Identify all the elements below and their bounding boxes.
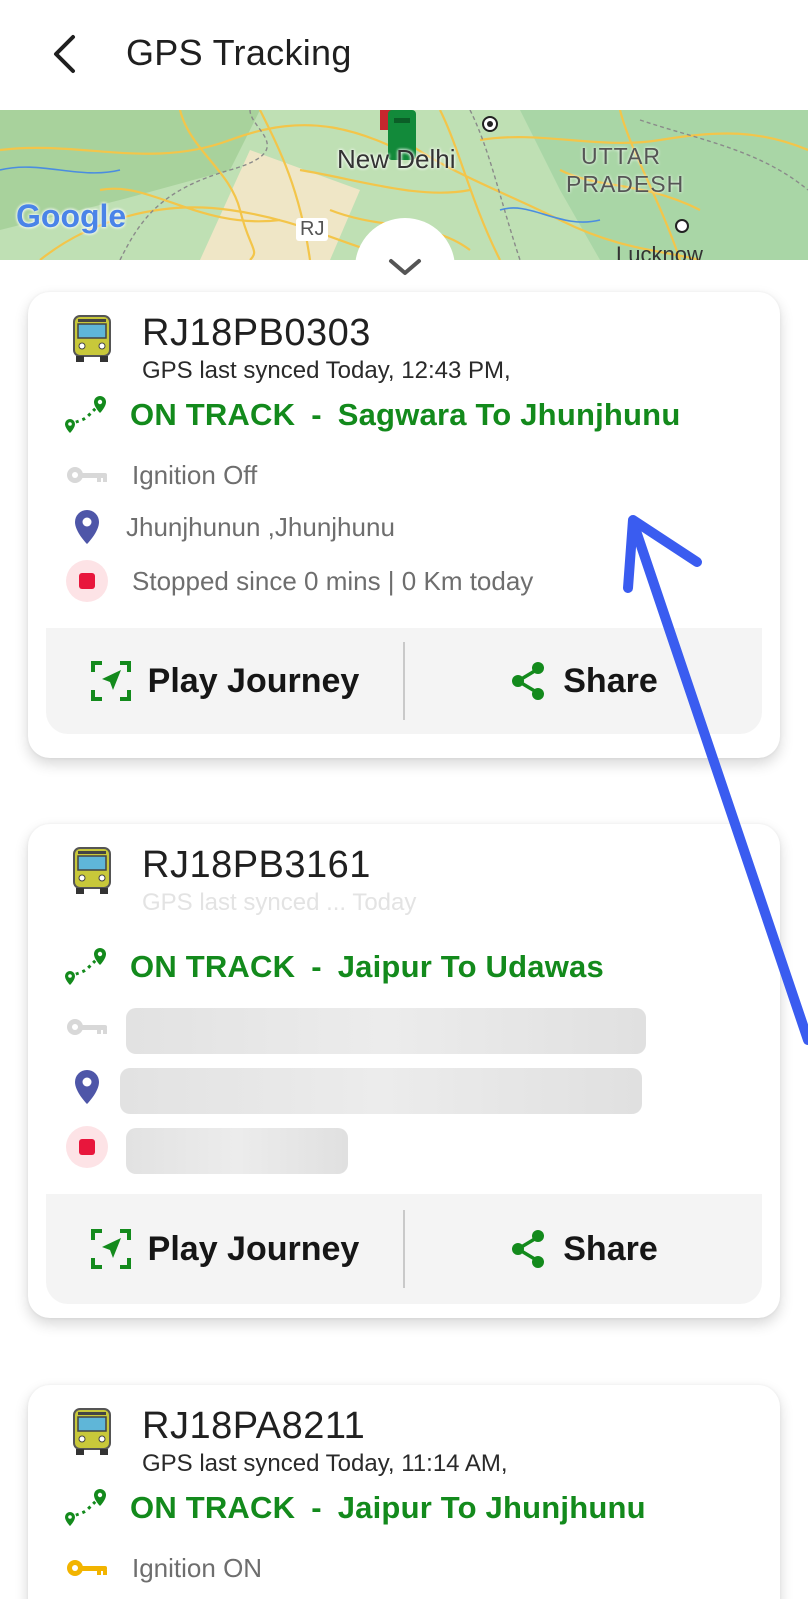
share-label: Share xyxy=(563,1229,658,1268)
route-status: ON TRACK - Jaipur To Udawas xyxy=(62,944,604,990)
play-journey-button[interactable]: Play Journey xyxy=(46,1194,403,1304)
share-button[interactable]: Share xyxy=(405,628,762,734)
route-name: Sagwara To Jhunjhunu xyxy=(337,397,681,432)
route-icon xyxy=(65,1489,106,1526)
play-journey-label: Play Journey xyxy=(147,661,360,700)
route-status: ON TRACK - Sagwara To Jhunjhunu xyxy=(62,392,680,438)
bus-icon xyxy=(73,1408,111,1455)
stopped-row xyxy=(64,1124,110,1170)
ignition-status: Ignition Off xyxy=(132,459,258,490)
gps-sync-text: GPS last synced Today, 11:14 AM, xyxy=(142,1450,508,1477)
chevron-down-icon xyxy=(389,259,421,275)
location-row: Jhunjhunun ,Jhunjhunu xyxy=(64,504,395,550)
ignition-row: Ignition Off xyxy=(64,452,257,498)
card-actions: Play Journey Share xyxy=(46,1194,762,1304)
share-icon xyxy=(512,1230,545,1268)
loading-placeholder xyxy=(126,1128,348,1174)
play-journey-label: Play Journey xyxy=(147,1229,360,1268)
route-name: Jaipur To Udawas xyxy=(337,949,604,984)
route-icon xyxy=(65,396,106,433)
back-button[interactable] xyxy=(44,30,84,78)
bus-icon xyxy=(73,315,111,362)
google-logo: Google xyxy=(16,198,127,234)
loading-placeholder xyxy=(126,1008,646,1054)
share-label: Share xyxy=(563,661,658,700)
location-text: Jhunjhunun ,Jhunjhunu xyxy=(126,511,395,542)
vehicle-card[interactable]: RJ18PA8211 GPS last synced Today, 11:14 … xyxy=(28,1385,780,1599)
loading-placeholder xyxy=(120,1068,642,1114)
map-label-lucknow: Lucknow xyxy=(616,242,703,260)
route-separator: - xyxy=(311,397,322,432)
vehicle-card[interactable]: RJ18PB0303 GPS last synced Today, 12:43 … xyxy=(28,292,780,758)
key-icon xyxy=(67,1019,107,1035)
route-icon xyxy=(65,948,106,985)
key-icon xyxy=(67,467,107,483)
vehicle-card[interactable]: RJ18PB3161 GPS last synced ... Today ON … xyxy=(28,824,780,1318)
stop-icon xyxy=(66,560,108,602)
gps-sync-text: GPS last synced ... Today xyxy=(142,889,417,916)
stop-icon xyxy=(66,1126,108,1168)
bus-icon xyxy=(73,847,111,894)
location-row xyxy=(64,1064,110,1110)
card-actions: Play Journey Share xyxy=(46,628,762,734)
back-arrow-icon xyxy=(54,35,75,73)
route-name: Jaipur To Jhunjhunu xyxy=(337,1490,646,1525)
vehicle-number: RJ18PA8211 xyxy=(142,1405,366,1447)
app-header: GPS Tracking xyxy=(0,0,808,110)
gps-sync-text: GPS last synced Today, 12:43 PM, xyxy=(142,357,511,384)
status-label: ON TRACK xyxy=(130,1490,296,1525)
play-journey-button[interactable]: Play Journey xyxy=(46,628,403,734)
vehicle-number: RJ18PB3161 xyxy=(142,844,371,886)
location-pin-icon xyxy=(75,510,99,544)
map-label-rj: RJ xyxy=(296,218,329,241)
stopped-text: Stopped since 0 mins | 0 Km today xyxy=(132,565,534,596)
ignition-row: Ignition ON xyxy=(64,1545,262,1591)
play-journey-icon xyxy=(90,1229,131,1269)
ignition-row xyxy=(64,1004,110,1050)
ignition-status: Ignition ON xyxy=(132,1552,263,1583)
stopped-row: Stopped since 0 mins | 0 Km today xyxy=(64,558,533,604)
route-separator: - xyxy=(311,1490,322,1525)
play-journey-icon xyxy=(90,661,131,701)
status-label: ON TRACK xyxy=(130,397,296,432)
page-title: GPS Tracking xyxy=(126,32,352,73)
route-separator: - xyxy=(311,949,322,984)
key-icon xyxy=(67,1560,107,1576)
share-icon xyxy=(512,662,545,700)
map-label-uttar-pradesh: UTTAR PRADESH xyxy=(566,143,685,197)
location-pin-icon xyxy=(75,1070,99,1104)
share-button[interactable]: Share xyxy=(405,1194,762,1304)
vehicle-number: RJ18PB0303 xyxy=(142,312,371,354)
map-label-new-delhi: New Delhi xyxy=(337,144,456,174)
route-status: ON TRACK - Jaipur To Jhunjhunu xyxy=(62,1485,646,1531)
status-label: ON TRACK xyxy=(130,949,296,984)
